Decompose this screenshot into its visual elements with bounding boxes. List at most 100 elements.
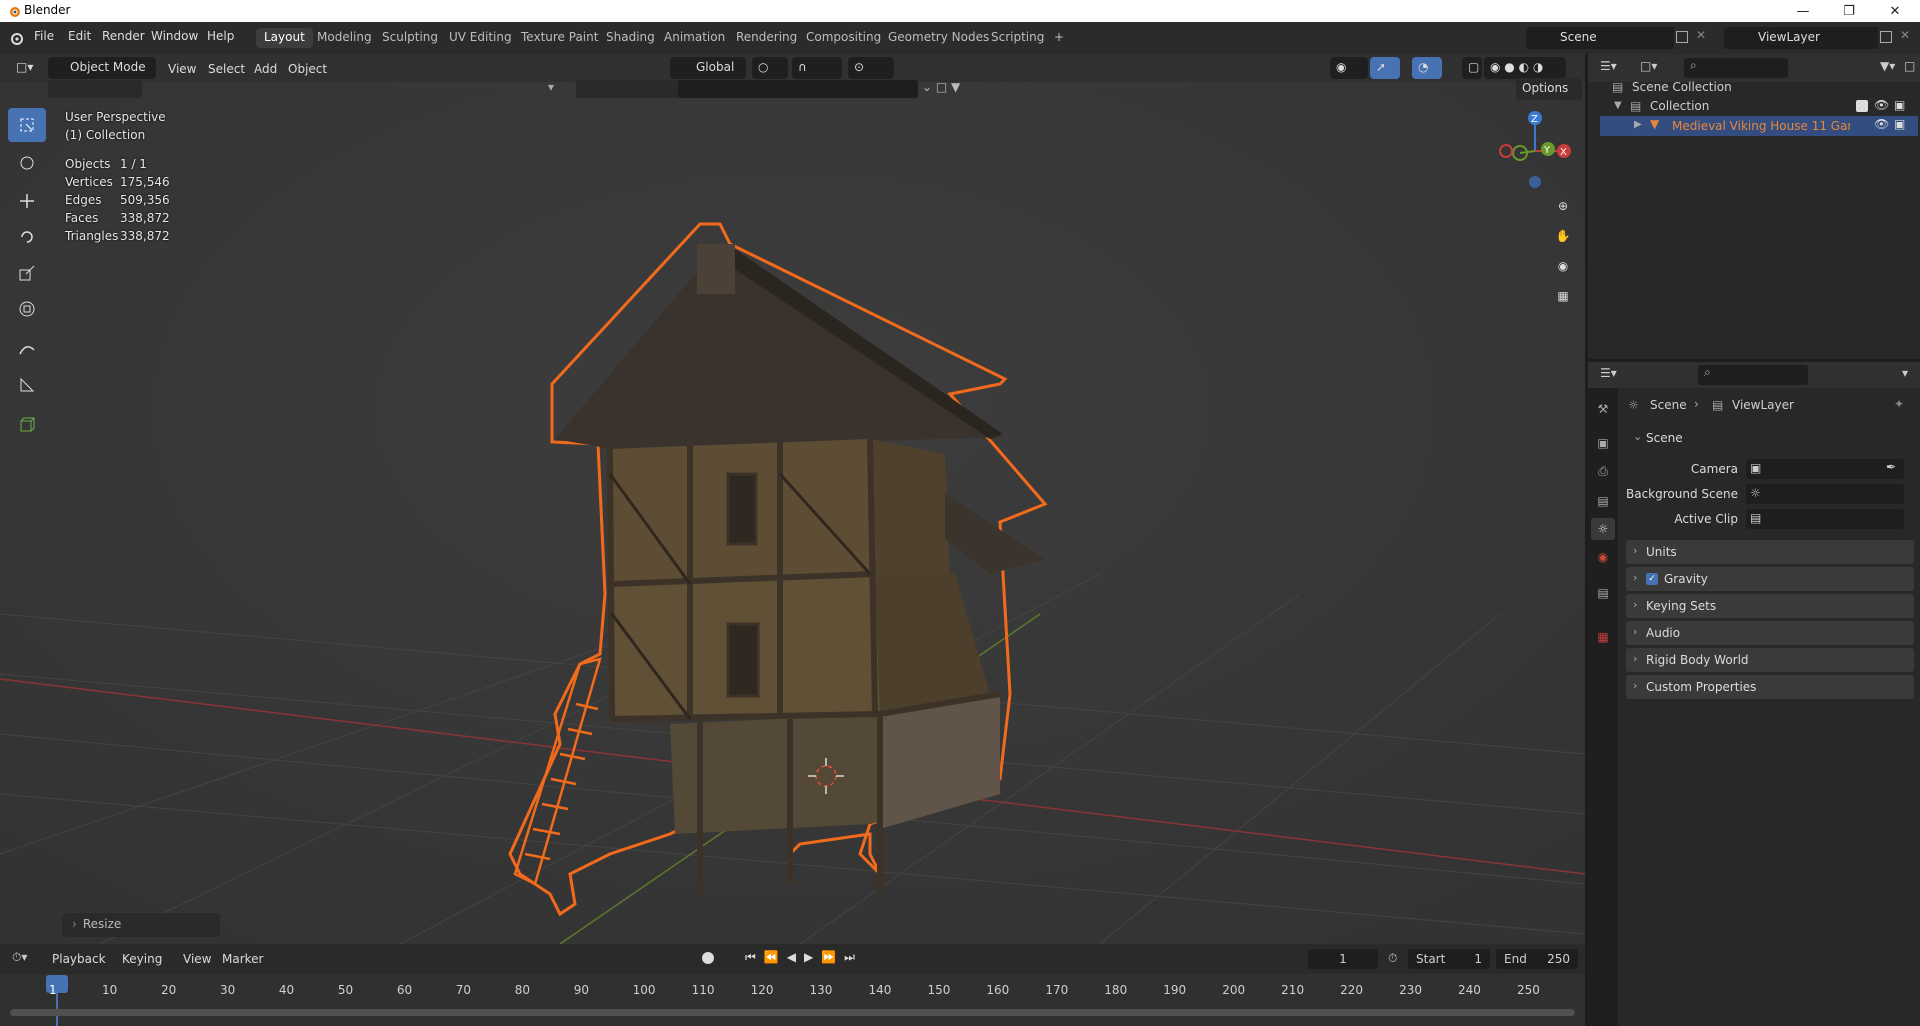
current-frame-field[interactable]: 1 bbox=[1308, 949, 1378, 969]
menu-help[interactable]: Help bbox=[207, 29, 234, 43]
minimize-icon[interactable]: — bbox=[1780, 0, 1826, 22]
menu-add[interactable]: Add bbox=[254, 62, 277, 76]
mode-selector[interactable]: Object Mode bbox=[48, 57, 156, 79]
viewport-search-input[interactable] bbox=[678, 80, 918, 98]
overlay-toggle-icon[interactable]: ◔ bbox=[1412, 57, 1442, 79]
panel-audio[interactable]: › Audio bbox=[1626, 621, 1914, 645]
navigation-gizmo[interactable]: Z X Y bbox=[1490, 106, 1580, 196]
new-collection-icon[interactable]: □ bbox=[1904, 59, 1915, 73]
xray-icon[interactable]: ▢ bbox=[1462, 57, 1482, 79]
tab-sculpting[interactable]: Sculpting bbox=[374, 28, 446, 48]
menu-view[interactable]: View bbox=[168, 62, 196, 76]
outliner-scene-collection[interactable]: Scene Collection bbox=[1632, 80, 1732, 94]
tab-uv-editing[interactable]: UV Editing bbox=[441, 28, 520, 48]
menu-edit[interactable]: Edit bbox=[68, 29, 91, 43]
viewlayer-selector[interactable]: ViewLayer bbox=[1752, 27, 1878, 49]
panel-keying-sets[interactable]: › Keying Sets bbox=[1626, 594, 1914, 618]
scene-selector[interactable]: Scene bbox=[1554, 27, 1674, 49]
start-frame-field[interactable]: Start 1 bbox=[1408, 949, 1490, 969]
ortho-grid-icon[interactable]: ▦ bbox=[1551, 284, 1575, 308]
filter-icon[interactable]: ⌄ □ ▼ bbox=[922, 80, 1002, 98]
tab-modeling[interactable]: Modeling bbox=[309, 28, 380, 48]
pan-hand-icon[interactable]: ✋ bbox=[1551, 224, 1575, 248]
select-box-icon[interactable] bbox=[8, 108, 46, 142]
collection-camera-icon[interactable]: ▣ bbox=[1894, 98, 1905, 112]
menu-select[interactable]: Select bbox=[208, 62, 245, 76]
tab-compositing[interactable]: Compositing bbox=[798, 28, 889, 48]
outliner-editor-icon[interactable]: ☰▾ bbox=[1600, 59, 1617, 73]
viewlayer-browse-icon[interactable] bbox=[1724, 27, 1752, 49]
gravity-checkbox[interactable]: ✓ bbox=[1646, 573, 1658, 585]
options-button[interactable]: Options bbox=[1516, 78, 1582, 100]
expand-collection-icon[interactable]: ▼ bbox=[1614, 100, 1622, 111]
active-clip-field[interactable] bbox=[1746, 509, 1904, 529]
panel-gravity[interactable]: › ✓ Gravity bbox=[1626, 567, 1914, 591]
tab-geometry-nodes[interactable]: Geometry Nodes bbox=[880, 28, 997, 48]
output-tab-icon[interactable]: ⎙ bbox=[1591, 460, 1615, 482]
pivot-point-icon[interactable]: ○ bbox=[752, 57, 788, 79]
collection-checkbox[interactable] bbox=[1856, 100, 1868, 112]
zoom-icon[interactable]: ⊕ bbox=[1551, 194, 1575, 218]
expand-object-icon[interactable]: ▶ bbox=[1634, 119, 1642, 130]
tool-tab-icon[interactable]: ⚒ bbox=[1591, 398, 1615, 420]
menu-timeline-view[interactable]: View bbox=[183, 952, 211, 966]
snap-icon[interactable]: ∩ bbox=[792, 57, 842, 79]
annotate-icon[interactable] bbox=[8, 332, 46, 366]
render-tab-icon[interactable]: ▣ bbox=[1591, 432, 1615, 454]
outliner-search-input[interactable]: ⌕ bbox=[1684, 58, 1788, 78]
object-eye-icon[interactable]: 👁 bbox=[1874, 117, 1889, 131]
tab-rendering[interactable]: Rendering bbox=[728, 28, 805, 48]
panel-rigid-body-world[interactable]: › Rigid Body World bbox=[1626, 648, 1914, 672]
menu-window[interactable]: Window bbox=[151, 29, 198, 43]
panel-custom-properties[interactable]: › Custom Properties bbox=[1626, 675, 1914, 699]
menu-marker[interactable]: Marker bbox=[222, 952, 263, 966]
add-cube-icon[interactable] bbox=[8, 408, 46, 442]
properties-options-icon[interactable]: ▾ bbox=[1902, 366, 1908, 380]
collection-tab-icon[interactable]: ▤ bbox=[1591, 582, 1615, 604]
blender-menu-icon[interactable] bbox=[8, 30, 24, 46]
editor-type-icon[interactable]: □▾ bbox=[10, 57, 40, 79]
outliner-object-name[interactable]: Medieval Viking House 11 Game Re bbox=[1672, 119, 1850, 133]
tab-layout[interactable]: Layout bbox=[256, 28, 313, 48]
select-mode-buttons[interactable] bbox=[48, 80, 142, 98]
measure-icon[interactable] bbox=[8, 368, 46, 402]
camera-field[interactable] bbox=[1746, 459, 1904, 479]
object-camera-icon[interactable]: ▣ bbox=[1894, 117, 1905, 131]
scene-tab-icon[interactable]: ☼ bbox=[1591, 518, 1615, 540]
panel-units[interactable]: › Units bbox=[1626, 540, 1914, 564]
rotate-icon[interactable] bbox=[8, 220, 46, 254]
3d-viewport[interactable] bbox=[0, 54, 1585, 944]
tab-scripting[interactable]: Scripting bbox=[983, 28, 1052, 48]
delete-viewlayer-icon[interactable]: ✕ bbox=[1900, 28, 1910, 42]
tab-animation[interactable]: Animation bbox=[656, 28, 733, 48]
menu-render[interactable]: Render bbox=[102, 29, 145, 43]
outliner-collection[interactable]: Collection bbox=[1650, 99, 1709, 113]
view-layer-tab-icon[interactable]: ▤ bbox=[1591, 490, 1615, 512]
playback-controls[interactable]: ⏮⏪◀▶⏩⏭ bbox=[745, 950, 863, 965]
proportional-editing-icon[interactable]: ⊙ bbox=[848, 57, 894, 79]
camera-view-icon[interactable]: ◉ bbox=[1551, 254, 1575, 278]
restore-icon[interactable]: ❐ bbox=[1826, 0, 1872, 22]
display-mode-icon[interactable]: □▾ bbox=[1640, 59, 1657, 73]
timeline-editor-icon[interactable]: ⏱▾ bbox=[12, 950, 27, 965]
scene-browse-icon[interactable] bbox=[1526, 27, 1554, 49]
gizmo-toggle-icon[interactable]: ➚ bbox=[1370, 57, 1400, 79]
filter-icon[interactable]: ▼▾ bbox=[1880, 59, 1895, 73]
move-icon[interactable] bbox=[8, 184, 46, 218]
close-icon[interactable]: ✕ bbox=[1872, 0, 1918, 22]
add-workspace-button[interactable]: + bbox=[1046, 28, 1072, 48]
new-viewlayer-icon[interactable] bbox=[1880, 31, 1892, 43]
properties-editor-icon[interactable]: ☰▾ bbox=[1600, 366, 1617, 380]
delete-scene-icon[interactable]: ✕ bbox=[1696, 28, 1706, 42]
timeline-scrollbar[interactable] bbox=[10, 1009, 1575, 1016]
stopwatch-icon[interactable]: ⏱ bbox=[1388, 951, 1397, 966]
last-operator-panel[interactable]: › Resize bbox=[62, 913, 220, 937]
visibility-icon[interactable]: ◉ bbox=[1330, 57, 1368, 79]
world-tab-icon[interactable]: ◉ bbox=[1591, 546, 1615, 568]
properties-search-input[interactable]: ⌕ bbox=[1698, 365, 1808, 385]
eyedropper-icon[interactable]: ✒ bbox=[1886, 460, 1896, 474]
shading-modes[interactable]: ◉ ● ◐ ◑ bbox=[1484, 57, 1566, 79]
pin-icon[interactable]: ✦ bbox=[1894, 397, 1904, 411]
texture-tab-icon[interactable]: ▦ bbox=[1591, 626, 1615, 648]
record-icon[interactable] bbox=[702, 952, 714, 964]
